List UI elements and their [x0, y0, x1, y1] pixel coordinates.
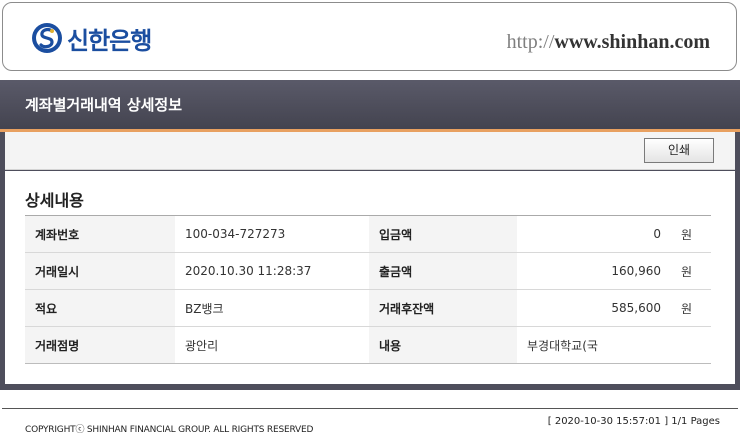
- site-url[interactable]: http://www.shinhan.com: [507, 31, 710, 54]
- copyright-text: COPYRIGHTⓒ SHINHAN FINANCIAL GROUP. ALL …: [25, 425, 314, 435]
- detail-content: 상세내용 계좌번호 100-034-727273 입금액 0 원 거래일시 20…: [5, 171, 735, 384]
- brand-logo: 신한은행: [31, 20, 152, 56]
- value-memo: BZ뱅크: [175, 289, 369, 327]
- value-transaction-datetime: 2020.10.30 11:28:37: [175, 252, 369, 290]
- value-account-number: 100-034-727273: [175, 215, 369, 253]
- unit-withdrawal: 원: [671, 252, 711, 290]
- value-branch-name: 광안리: [185, 338, 219, 353]
- detail-table: 계좌번호 100-034-727273 입금액 0 원 거래일시 2020.10…: [25, 215, 711, 364]
- brand-name: 신한은행: [67, 26, 152, 55]
- toolbar: 인쇄: [5, 132, 735, 170]
- label-withdrawal: 출금액: [369, 252, 517, 290]
- print-timestamp: [ 2020-10-30 15:57:01 ] 1/1 Pages: [547, 416, 720, 427]
- label-description: 내용: [369, 326, 517, 364]
- unit-balance-after: 원: [671, 289, 711, 327]
- label-balance-after: 거래후잔액: [369, 289, 517, 327]
- label-memo: 적요: [25, 289, 175, 327]
- footer-divider: [2, 408, 738, 409]
- value-deposit: 0: [517, 215, 671, 253]
- value-description: 부경대학교(국: [527, 338, 598, 353]
- table-row: 계좌번호 100-034-727273 입금액 0 원: [25, 215, 711, 253]
- shinhan-logo-icon: [32, 23, 62, 53]
- label-transaction-datetime: 거래일시: [25, 252, 175, 290]
- url-scheme: http://: [506, 31, 555, 53]
- label-account-number: 계좌번호: [25, 215, 175, 253]
- value-balance-after: 585,600: [517, 289, 671, 327]
- unit-deposit: 원: [671, 215, 711, 253]
- label-branch-name: 거래점명: [25, 326, 175, 364]
- url-host: www.shinhan.com: [554, 31, 710, 53]
- panel-title: 계좌별거래내역 상세정보: [25, 96, 183, 114]
- label-deposit: 입금액: [369, 215, 517, 253]
- section-title: 상세내용: [25, 191, 84, 210]
- value-withdrawal: 160,960: [517, 252, 671, 290]
- table-row: 거래점명 광안리 내용 부경대학교(국: [25, 326, 711, 364]
- print-button[interactable]: 인쇄: [644, 138, 714, 163]
- table-row: 거래일시 2020.10.30 11:28:37 출금액 160,960 원: [25, 252, 711, 290]
- header-card: 신한은행 http://www.shinhan.com: [2, 2, 737, 71]
- detail-panel: 계좌별거래내역 상세정보 인쇄 상세내용 계좌번호 100-034-727273…: [0, 80, 740, 390]
- table-row: 적요 BZ뱅크 거래후잔액 585,600 원: [25, 289, 711, 327]
- panel-title-bar: 계좌별거래내역 상세정보: [0, 80, 740, 130]
